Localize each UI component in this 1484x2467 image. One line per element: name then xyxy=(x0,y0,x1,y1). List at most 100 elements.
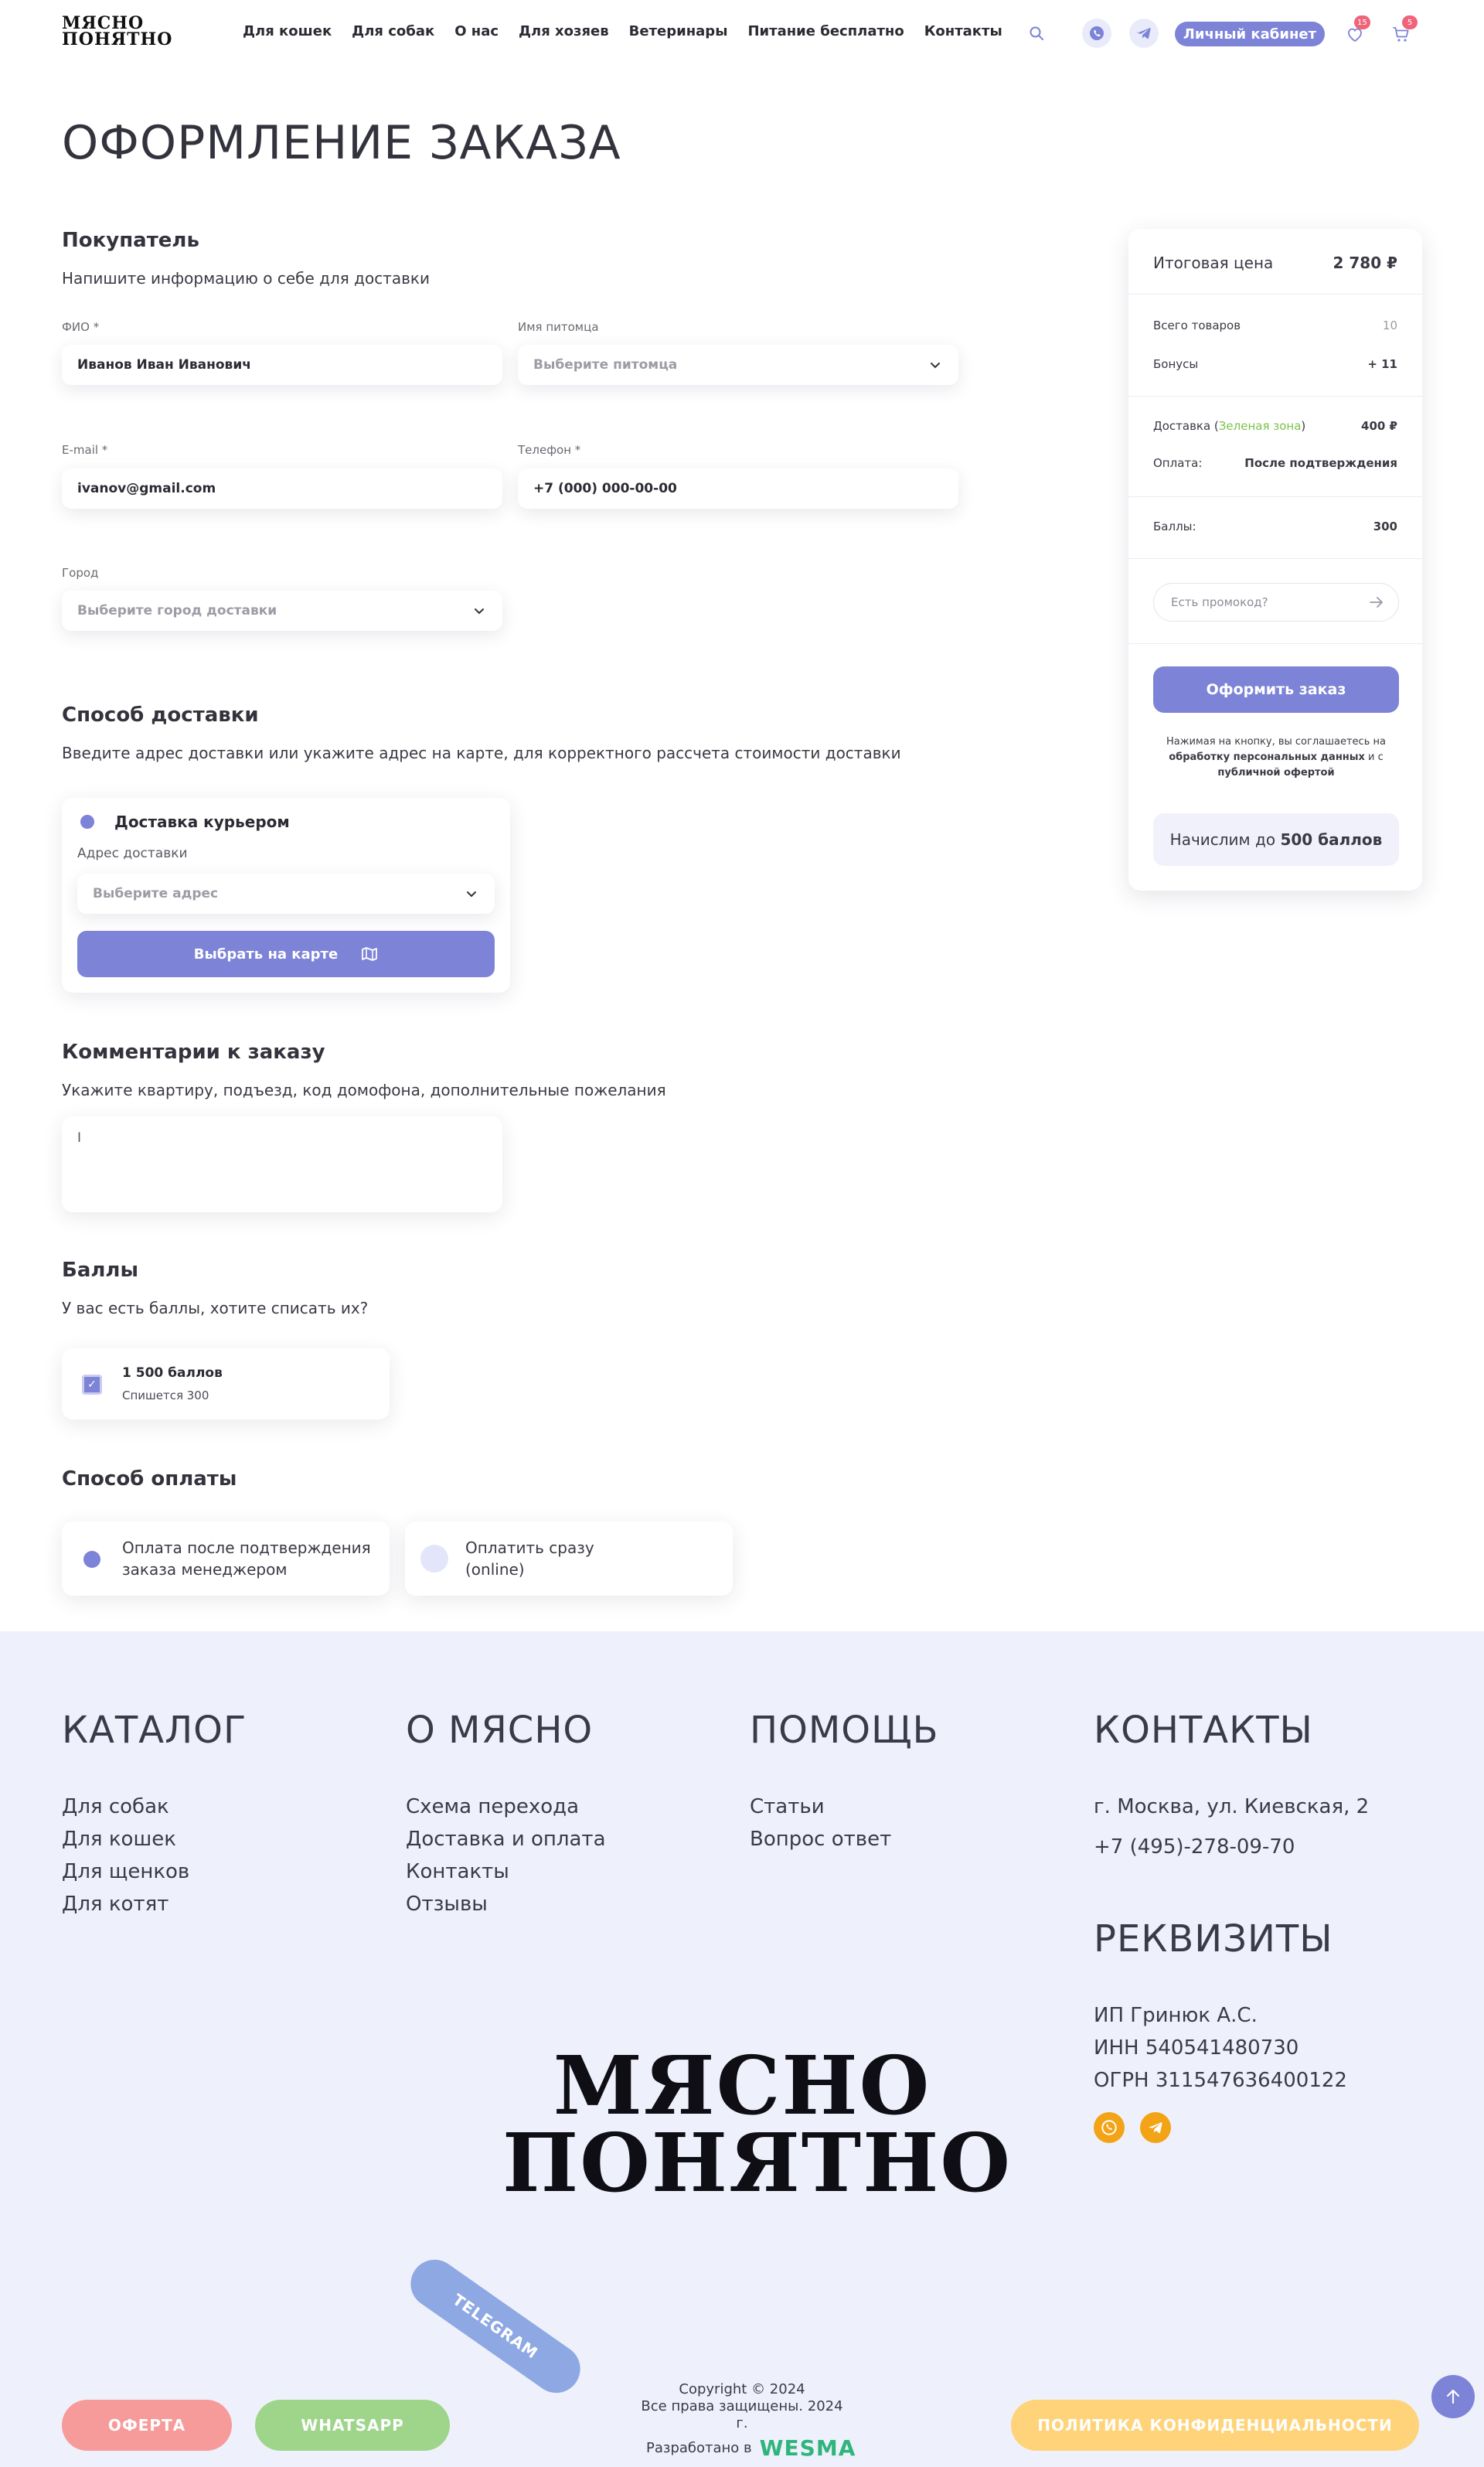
points-section-title: Баллы xyxy=(62,1259,138,1282)
scroll-to-top-button[interactable] xyxy=(1431,2375,1475,2418)
footer-about-title: О МЯСНО xyxy=(406,1709,594,1752)
footer-contacts-title: КОНТАКТЫ xyxy=(1094,1709,1313,1752)
chevron-down-icon xyxy=(475,608,484,615)
chevron-down-icon xyxy=(931,363,940,369)
favorites-count-badge: 15 xyxy=(1354,15,1370,29)
telegram-icon[interactable] xyxy=(1129,19,1159,48)
email-field[interactable]: ivanov@gmail.com xyxy=(62,469,502,509)
phone-label: Телефон * xyxy=(518,443,581,457)
personal-data-link[interactable]: обработку персональных данных xyxy=(1169,751,1365,763)
phone-field[interactable]: +7 (000) 000-00-00 xyxy=(518,469,958,509)
payment-option-after-confirmation[interactable]: Оплата после подтверждения заказа менедж… xyxy=(62,1521,390,1596)
total-price-value: 2 780 ₽ xyxy=(1333,254,1397,272)
footer-link-cats[interactable]: Для кошек xyxy=(62,1828,176,1851)
footer-link-reviews[interactable]: Отзывы xyxy=(406,1893,488,1916)
pet-select[interactable]: Выберите питомца xyxy=(518,345,958,385)
payment-radio-selected[interactable] xyxy=(83,1551,100,1568)
page-title: ОФОРМЛЕНИЕ ЗАКАЗА xyxy=(62,116,621,170)
footer-link-kittens[interactable]: Для котят xyxy=(62,1893,168,1916)
comment-textarea[interactable]: I xyxy=(62,1116,502,1212)
bonus-label: Бонусы xyxy=(1153,357,1199,371)
map-icon xyxy=(362,947,378,961)
city-select[interactable]: Выберите город доставки xyxy=(62,591,502,631)
nav-item-contacts[interactable]: Контакты xyxy=(924,23,1002,39)
main-nav: Для кошек Для собак О нас Для хозяев Вет… xyxy=(243,23,1002,39)
fio-label: ФИО * xyxy=(62,320,100,334)
payment-option-online[interactable]: Оплатить сразу (online) xyxy=(405,1521,733,1596)
delivery-zone-link[interactable]: Зеленая зона xyxy=(1219,419,1302,433)
footer-link-delivery[interactable]: Доставка и оплата xyxy=(406,1828,606,1851)
courier-delivery-card[interactable]: Доставка курьером Адрес доставки Выберит… xyxy=(62,798,510,993)
bonus-value: + 11 xyxy=(1367,357,1397,371)
delivery-section-title: Способ доставки xyxy=(62,704,259,727)
nav-item-vets[interactable]: Ветеринары xyxy=(629,23,728,39)
whatsapp-pill-button[interactable]: WHATSAPP xyxy=(255,2400,450,2451)
footer-link-articles[interactable]: Статьи xyxy=(750,1795,825,1818)
points-card[interactable]: ✓ 1 500 баллов Спишется 300 xyxy=(62,1348,390,1419)
copyright-text: Copyright © 2024 Все права защищены. 202… xyxy=(641,2381,843,2431)
nav-item-owners[interactable]: Для хозяев xyxy=(519,23,609,39)
footer-link-faq[interactable]: Вопрос ответ xyxy=(750,1828,891,1851)
order-summary-panel: Итоговая цена 2 780 ₽ Всего товаров 10 Б… xyxy=(1128,229,1422,891)
nav-item-dogs[interactable]: Для собак xyxy=(352,23,434,39)
comment-section-title: Комментарии к заказу xyxy=(62,1041,325,1064)
bonus-accrual-box: Начислим до 500 баллов xyxy=(1153,813,1399,866)
footer-link-contacts[interactable]: Контакты xyxy=(406,1860,509,1883)
fio-value: Иванов Иван Иванович xyxy=(77,357,251,373)
footer-phone[interactable]: +7 (495)-278-09-70 xyxy=(1094,1835,1295,1859)
payment-option1-line1: Оплата после подтверждения xyxy=(122,1538,371,1557)
arrow-right-icon[interactable] xyxy=(1369,596,1384,608)
city-placeholder: Выберите город доставки xyxy=(77,603,277,618)
search-icon[interactable] xyxy=(1026,23,1047,43)
courier-radio[interactable] xyxy=(80,815,94,829)
bonus-accrual-amount: 500 баллов xyxy=(1280,830,1383,849)
buyer-section-subtitle: Напишите информацию о себе для доставки xyxy=(62,269,430,288)
payment-radio-unselected[interactable] xyxy=(420,1545,448,1573)
developed-by-label: Разработано в xyxy=(646,2440,752,2456)
payment-option2-line2: (online) xyxy=(465,1560,525,1579)
points-summary-label: Баллы: xyxy=(1153,520,1196,533)
developer-logo[interactable]: WESMA xyxy=(760,2435,856,2461)
address-select[interactable]: Выберите адрес xyxy=(77,874,495,914)
logo-line2: ПОНЯТНО xyxy=(62,29,173,49)
address-placeholder: Выберите адрес xyxy=(93,886,219,901)
footer-big-logo: МЯСНО ПОНЯТНО xyxy=(502,2046,1013,2210)
footer-catalog-title: КАТАЛОГ xyxy=(62,1709,247,1752)
telegram-pill-button[interactable]: TELEGRAM xyxy=(401,2250,590,2403)
footer-ip: ИП Гринюк А.С. xyxy=(1094,2004,1258,2027)
cart-icon[interactable]: 5 xyxy=(1390,15,1418,46)
footer-logo-line2: ПОНЯТНО xyxy=(502,2115,1013,2210)
points-checkbox-check-icon[interactable]: ✓ xyxy=(82,1375,102,1395)
arrow-up-icon xyxy=(1446,2389,1460,2404)
items-count-value: 10 xyxy=(1382,319,1397,332)
email-label: E-mail * xyxy=(62,443,108,457)
footer-whatsapp-icon[interactable] xyxy=(1094,2112,1125,2143)
personal-cabinet-button[interactable]: Личный кабинет xyxy=(1175,22,1325,46)
offer-pill-button[interactable]: ОФЕРТА xyxy=(62,2400,232,2451)
whatsapp-icon[interactable] xyxy=(1082,19,1111,48)
footer-requisites-title: РЕКВИЗИТЫ xyxy=(1094,1917,1333,1961)
nav-item-cats[interactable]: Для кошек xyxy=(243,23,332,39)
divider xyxy=(1128,643,1422,644)
choose-on-map-button[interactable]: Выбрать на карте xyxy=(77,931,495,977)
favorites-heart-icon[interactable]: 15 xyxy=(1343,15,1370,46)
email-value: ivanov@gmail.com xyxy=(77,481,216,496)
site-header: МЯСНО ПОНЯТНО Для кошек Для собак О нас … xyxy=(0,0,1484,68)
promo-code-input[interactable]: Есть промокод? xyxy=(1153,583,1399,622)
footer-link-puppies[interactable]: Для щенков xyxy=(62,1860,189,1883)
public-offer-link[interactable]: публичной офертой xyxy=(1217,767,1334,779)
footer-link-dogs[interactable]: Для собак xyxy=(62,1795,169,1818)
points-note: Спишется 300 xyxy=(122,1389,209,1402)
delivery-summary-value: 400 ₽ xyxy=(1361,419,1397,433)
payment-option2-line1: Оплатить сразу xyxy=(465,1538,594,1557)
footer-telegram-icon[interactable] xyxy=(1140,2112,1171,2143)
nav-item-about[interactable]: О нас xyxy=(454,23,499,39)
choose-on-map-label: Выбрать на карте xyxy=(193,946,339,963)
footer-link-transition[interactable]: Схема перехода xyxy=(406,1795,579,1818)
nav-item-free-food[interactable]: Питание бесплатно xyxy=(747,23,904,39)
site-logo[interactable]: МЯСНО ПОНЯТНО xyxy=(62,15,173,49)
place-order-button[interactable]: Оформить заказ xyxy=(1153,666,1399,713)
footer-inn: ИНН 540541480730 xyxy=(1094,2036,1299,2060)
fio-field[interactable]: Иванов Иван Иванович xyxy=(62,345,502,385)
privacy-policy-pill-button[interactable]: ПОЛИТИКА КОНФИДЕНЦИАЛЬНОСТИ xyxy=(1011,2400,1419,2451)
